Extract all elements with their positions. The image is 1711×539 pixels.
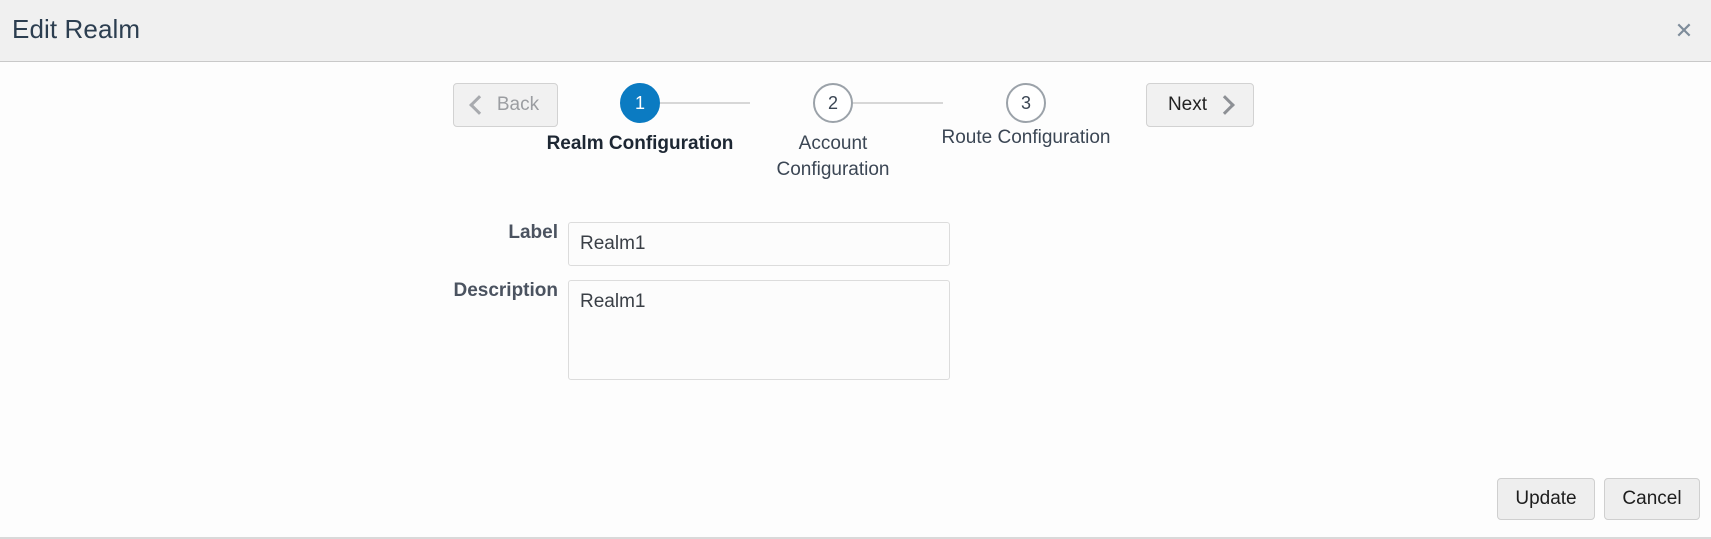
edit-realm-dialog: Edit Realm ✕ Back 1 Realm Configuration … [0,0,1711,539]
step-1-circle[interactable]: 1 [620,83,660,123]
step-connector-2-3 [853,102,943,104]
step-connector-1-2 [660,102,750,104]
next-button[interactable]: Next [1146,83,1254,127]
dialog-footer: Update Cancel [0,470,1711,530]
chevron-right-icon [1215,95,1235,115]
cancel-button[interactable]: Cancel [1604,478,1700,520]
next-button-label: Next [1167,94,1208,115]
step-list: 1 Realm Configuration 2 Account Configur… [547,62,1120,202]
label-input[interactable] [568,222,950,266]
step-3-circle[interactable]: 3 [1006,83,1046,123]
back-button[interactable]: Back [453,83,558,127]
step-1-label: Realm Configuration [546,133,734,154]
description-field-label: Description [453,280,558,301]
close-icon[interactable]: ✕ [1669,16,1699,46]
chevron-left-icon [468,95,489,115]
step-2-label: Account Configuration [776,133,890,180]
step-3-label: Route Configuration [941,127,1111,148]
label-field-label: Label [508,222,558,243]
page-title: Edit Realm [12,14,141,44]
description-textarea[interactable] [568,280,950,380]
wizard-stepper: Back 1 Realm Configuration 2 Account Con… [0,62,1711,202]
dialog-header: Edit Realm ✕ [0,0,1711,62]
update-button[interactable]: Update [1497,478,1595,520]
step-2-circle[interactable]: 2 [813,83,853,123]
back-button-label: Back [496,94,540,115]
